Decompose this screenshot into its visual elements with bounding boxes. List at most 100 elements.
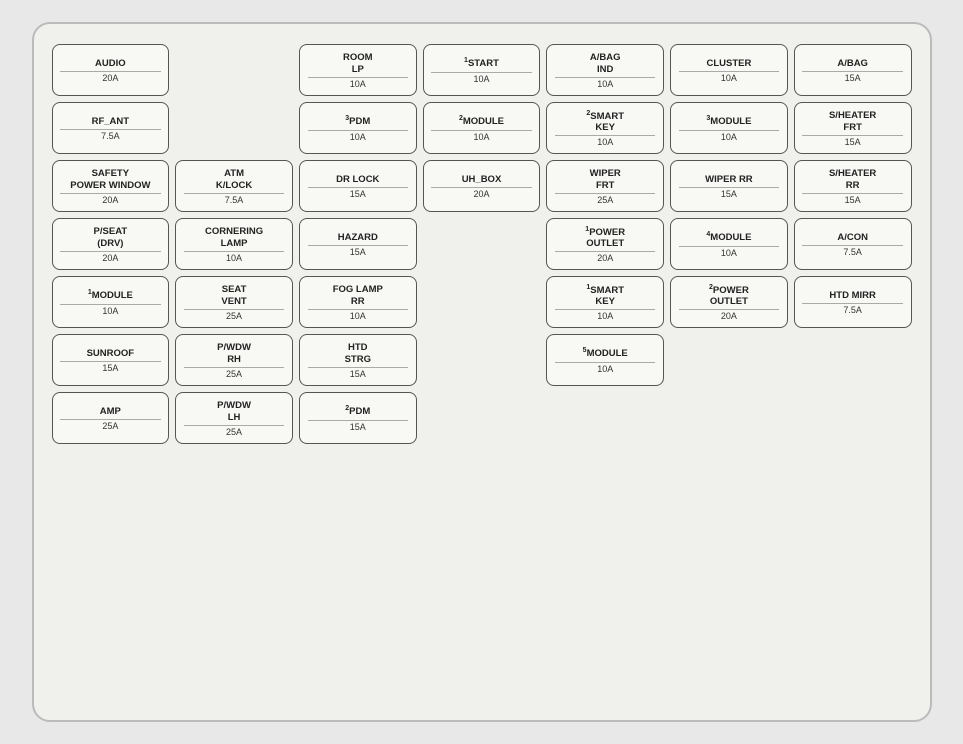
fuse-label: ROOMLP bbox=[343, 52, 373, 75]
fuse-cell: AMP25A bbox=[52, 392, 170, 444]
fuse-label: RF_ANT bbox=[92, 116, 129, 127]
fuse-cell: DR LOCK15A bbox=[299, 160, 417, 212]
fuse-amp: 25A bbox=[184, 367, 285, 379]
fuse-label: HAZARD bbox=[338, 232, 378, 243]
fuse-label: 1POWEROUTLET bbox=[585, 226, 625, 250]
fuse-cell: P/WDWLH 25A bbox=[175, 392, 293, 444]
fuse-label: P/SEAT(DRV) bbox=[94, 226, 128, 249]
fuse-label: P/WDWLH bbox=[217, 400, 251, 423]
fuse-cell: 1MODULE10A bbox=[52, 276, 170, 328]
fuse-label: 1SMARTKEY bbox=[586, 284, 624, 308]
fuse-label: HTDSTRG bbox=[345, 342, 371, 365]
fuse-amp: 20A bbox=[60, 251, 161, 263]
fuse-label: UH_BOX bbox=[462, 174, 502, 185]
fuse-amp: 25A bbox=[184, 309, 285, 321]
fuse-amp: 10A bbox=[555, 77, 656, 89]
fuse-box: 5MODULE10A bbox=[546, 334, 664, 386]
fuse-amp: 15A bbox=[60, 361, 161, 373]
fuse-box: 2POWEROUTLET20A bbox=[670, 276, 788, 328]
fuse-cell: WIPERFRT25A bbox=[546, 160, 664, 212]
fuse-cell: AUDIO 20A bbox=[52, 44, 170, 96]
fuse-box: HTDSTRG 15A bbox=[299, 334, 417, 386]
fuse-cell: CLUSTER10A bbox=[670, 44, 788, 96]
fuse-box: 2SMARTKEY10A bbox=[546, 102, 664, 154]
fuse-box: FOG LAMPRR 10A bbox=[299, 276, 417, 328]
fuse-label: A/CON bbox=[837, 232, 868, 243]
fuse-amp: 15A bbox=[308, 367, 409, 379]
fuse-label: A/BAG bbox=[837, 58, 868, 69]
fuse-label: 4MODULE bbox=[706, 231, 751, 244]
fuse-amp: 10A bbox=[555, 309, 656, 321]
fuse-cell: FOG LAMPRR 10A bbox=[299, 276, 417, 328]
fuse-amp: 15A bbox=[679, 187, 780, 199]
fuse-box: ATMK/LOCK 7.5A bbox=[175, 160, 293, 212]
fuse-cell: 1POWEROUTLET20A bbox=[546, 218, 664, 270]
fuse-amp: 7.5A bbox=[60, 129, 161, 141]
fuse-label: S/HEATERFRT bbox=[829, 110, 876, 133]
fuse-box: 3MODULE10A bbox=[670, 102, 788, 154]
fuse-amp: 20A bbox=[60, 71, 161, 83]
fuse-cell: CORNERINGLAMP10A bbox=[175, 218, 293, 270]
fuse-box: HAZARD 15A bbox=[299, 218, 417, 270]
fuse-cell: 4MODULE 10A bbox=[670, 218, 788, 270]
fuse-amp: 25A bbox=[555, 193, 656, 205]
fuse-label: A/BAGIND bbox=[590, 52, 621, 75]
fuse-label: AMP bbox=[100, 406, 121, 417]
fuse-label: SEATVENT bbox=[221, 284, 246, 307]
fuse-box: A/BAG 15A bbox=[794, 44, 912, 96]
fuse-box: SAFETYPOWER WINDOW20A bbox=[52, 160, 170, 212]
fuse-box: A/CON7.5A bbox=[794, 218, 912, 270]
fuse-amp: 25A bbox=[184, 425, 285, 437]
fuse-amp: 15A bbox=[802, 135, 903, 147]
fuse-box: ROOMLP10A bbox=[299, 44, 417, 96]
fuse-amp: 10A bbox=[308, 309, 409, 321]
fuse-label: AUDIO bbox=[95, 58, 126, 69]
fuse-amp: 20A bbox=[60, 193, 161, 205]
fuse-amp: 10A bbox=[308, 130, 409, 142]
fuse-cell: SUNROOF15A bbox=[52, 334, 170, 386]
fuse-box: 1SMARTKEY10A bbox=[546, 276, 664, 328]
fuse-amp: 15A bbox=[308, 245, 409, 257]
fuse-label: 3MODULE bbox=[706, 115, 751, 128]
fuse-amp: 10A bbox=[431, 72, 532, 84]
fuse-amp: 7.5A bbox=[802, 303, 903, 315]
fuse-box: S/HEATERRR15A bbox=[794, 160, 912, 212]
fuse-cell: A/CON7.5A bbox=[794, 218, 912, 270]
fuse-label: FOG LAMPRR bbox=[333, 284, 383, 307]
fuse-box: 3PDM10A bbox=[299, 102, 417, 154]
fuse-box: 1MODULE10A bbox=[52, 276, 170, 328]
fuse-box: RF_ANT 7.5A bbox=[52, 102, 170, 154]
fuse-cell: 2PDM15A bbox=[299, 392, 417, 444]
fuse-box: 4MODULE 10A bbox=[670, 218, 788, 270]
fuse-amp: 15A bbox=[802, 71, 903, 83]
fuse-cell: 5MODULE10A bbox=[546, 334, 664, 386]
fuse-cell: HTD MIRR7.5A bbox=[794, 276, 912, 328]
fuse-label: P/WDWRH bbox=[217, 342, 251, 365]
fuse-label: ATMK/LOCK bbox=[216, 168, 252, 191]
fuse-amp: 10A bbox=[679, 246, 780, 258]
fuse-label: DR LOCK bbox=[336, 174, 379, 185]
fuse-cell: HAZARD 15A bbox=[299, 218, 417, 270]
fuse-amp: 20A bbox=[679, 309, 780, 321]
fuse-label: 2SMARTKEY bbox=[586, 110, 624, 134]
fuse-box: WIPERFRT25A bbox=[546, 160, 664, 212]
fuse-box: 1START10A bbox=[423, 44, 541, 96]
fuse-amp: 20A bbox=[555, 251, 656, 263]
fuse-cell: RF_ANT 7.5A bbox=[52, 102, 170, 154]
fuse-cell: P/SEAT(DRV) 20A bbox=[52, 218, 170, 270]
fuse-cell: S/HEATERRR15A bbox=[794, 160, 912, 212]
fuse-box: HTD MIRR7.5A bbox=[794, 276, 912, 328]
fuse-cell: 3PDM10A bbox=[299, 102, 417, 154]
fuse-cell: 3MODULE10A bbox=[670, 102, 788, 154]
fuse-box: WIPER RR15A bbox=[670, 160, 788, 212]
fuse-cell: 2MODULE10A bbox=[423, 102, 541, 154]
fuse-box: UH_BOX 20A bbox=[423, 160, 541, 212]
fuse-cell: 2POWEROUTLET20A bbox=[670, 276, 788, 328]
fuse-amp: 7.5A bbox=[184, 193, 285, 205]
fuse-box: P/WDWRH 25A bbox=[175, 334, 293, 386]
fuse-label: CORNERINGLAMP bbox=[205, 226, 263, 249]
fuse-cell: SEATVENT 25A bbox=[175, 276, 293, 328]
fuse-cell: WIPER RR15A bbox=[670, 160, 788, 212]
fuse-amp: 20A bbox=[431, 187, 532, 199]
fuse-label: 2POWEROUTLET bbox=[709, 284, 749, 308]
